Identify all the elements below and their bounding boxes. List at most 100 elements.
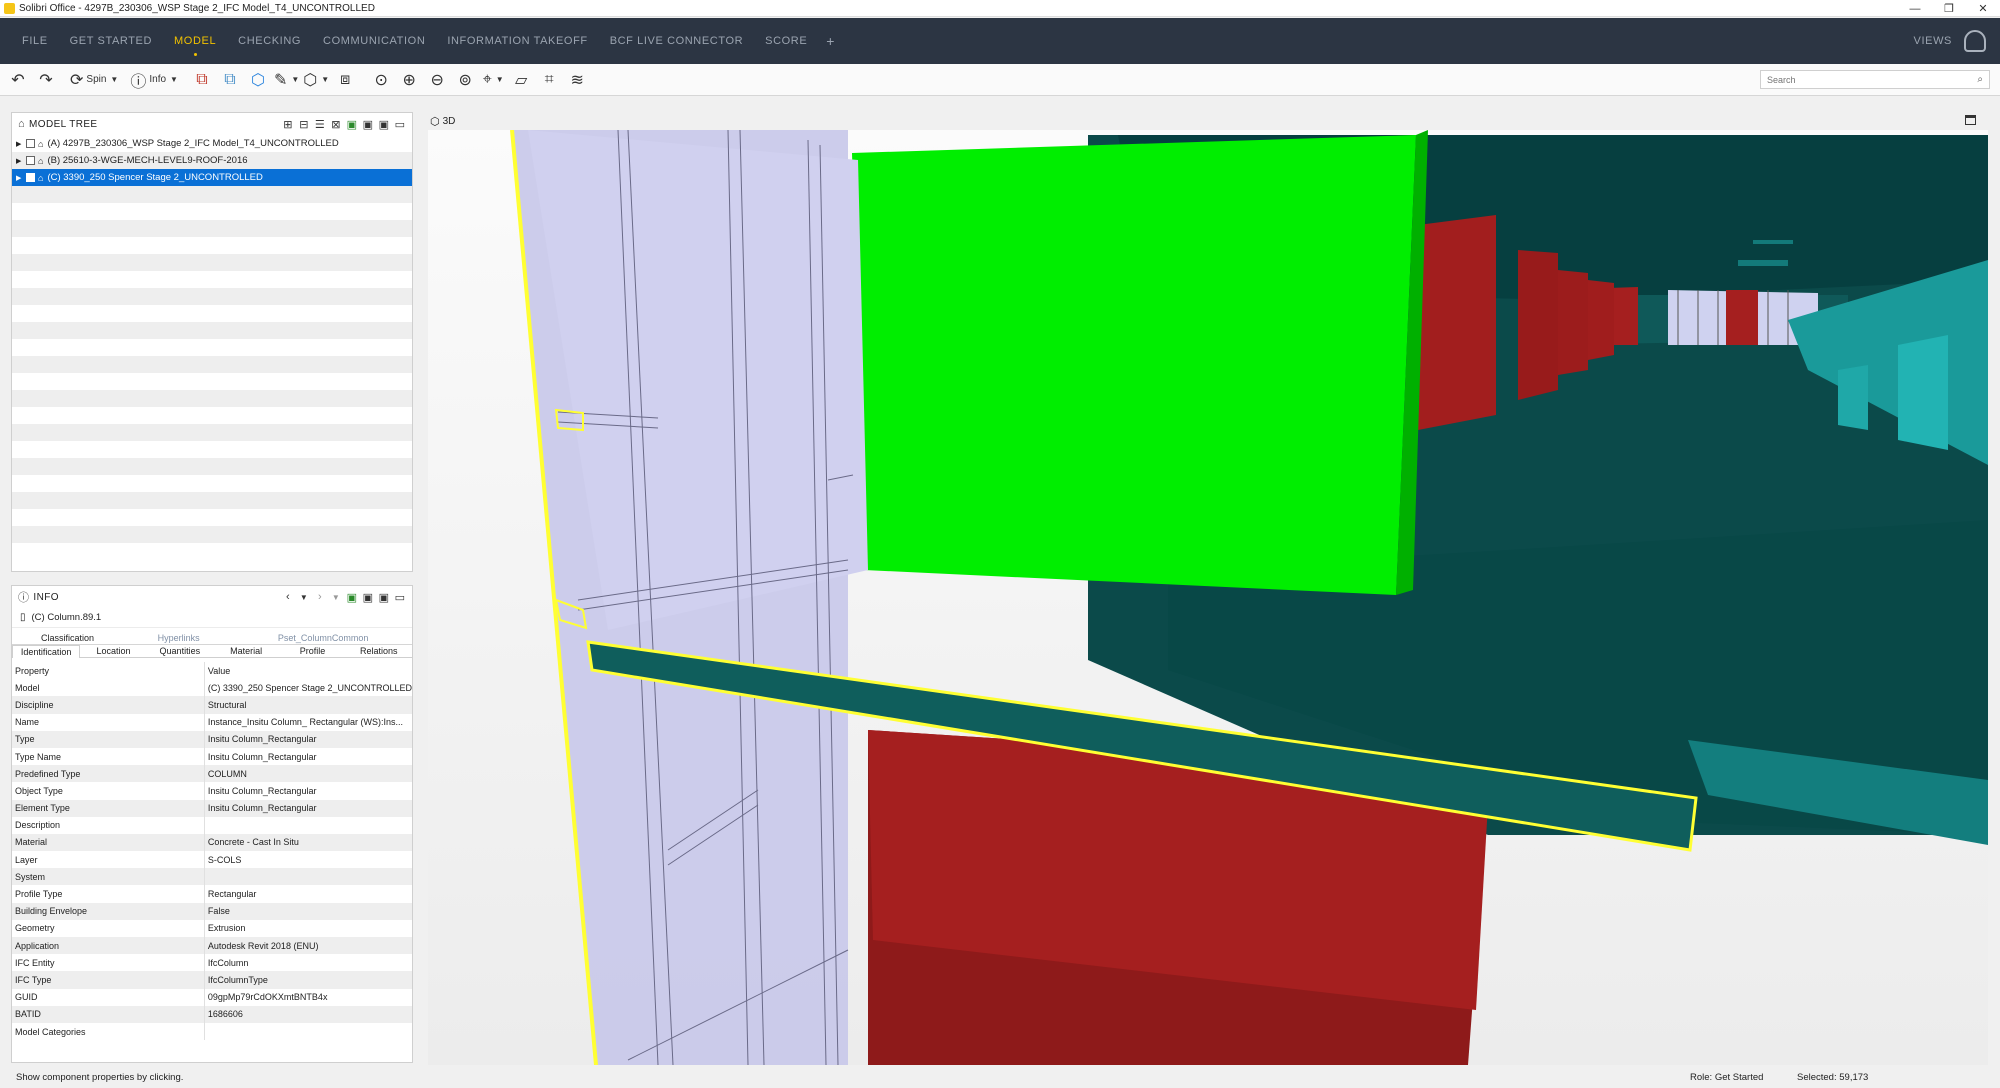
tree-item-model-b[interactable]: ▶ ⌂ (B) 25610-3-WGE-MECH-LEVEL9-ROOF-201…: [12, 152, 412, 169]
tab-bcf-live-connector[interactable]: BCF LIVE CONNECTOR: [599, 18, 754, 64]
table-row[interactable]: GUID 09gpMp79rCdOKXmtBNTB4x: [12, 988, 412, 1006]
tab-location[interactable]: Location: [80, 645, 147, 658]
select-basket-icon[interactable]: ▣: [344, 116, 360, 132]
property-table: Property Value Model (C) 3390_250 Spencer…: [12, 662, 412, 1041]
tree-item-model-a[interactable]: ▶ ⌂ (A) 4297B_230306_WSP Stage 2_IFC Mod…: [12, 135, 412, 152]
hierarchy-icon[interactable]: ⊟: [296, 116, 312, 132]
zoom-selected-icon[interactable]: ⊚: [453, 68, 477, 92]
views-icon[interactable]: [1964, 30, 1986, 52]
expand-icon[interactable]: ▶: [16, 157, 26, 165]
tab-classification[interactable]: Classification: [12, 632, 124, 645]
search-icon[interactable]: ⌕: [1977, 74, 1983, 85]
add-tab-button[interactable]: +: [818, 33, 842, 49]
back-icon[interactable]: ‹: [280, 589, 296, 605]
table-row[interactable]: Application Autodesk Revit 2018 (ENU): [12, 937, 412, 955]
3d-viewport[interactable]: [428, 130, 1988, 1065]
transparency-icon[interactable]: ⧉: [218, 68, 242, 92]
chevron-down-icon[interactable]: ▼: [328, 589, 344, 605]
select-basket-icon[interactable]: ▣: [344, 589, 360, 605]
info-button[interactable]: ⓘ Info ▼: [130, 68, 178, 92]
table-row[interactable]: Model (C) 3390_250 Spencer Stage 2_UNCONT…: [12, 679, 412, 697]
restore-button[interactable]: ❐: [1932, 0, 1966, 17]
visibility-checkbox[interactable]: [26, 173, 35, 182]
table-row[interactable]: Element Type Insitu Column_Rectangular: [12, 799, 412, 817]
tab-communication[interactable]: COMMUNICATION: [312, 18, 436, 64]
redo-icon[interactable]: ↷: [34, 68, 58, 92]
table-row[interactable]: BATID 1686606: [12, 1005, 412, 1023]
undo-icon[interactable]: ↶: [6, 68, 30, 92]
table-row[interactable]: Predefined Type COLUMN: [12, 765, 412, 783]
table-row[interactable]: Type Name Insitu Column_Rectangular: [12, 747, 412, 766]
column-header-value[interactable]: Value: [204, 662, 412, 679]
chevron-down-icon[interactable]: ▼: [296, 589, 312, 605]
chevron-down-icon[interactable]: ▼: [170, 75, 178, 84]
table-row[interactable]: Description: [12, 816, 412, 834]
maximize-icon[interactable]: [1965, 115, 1976, 125]
map-icon[interactable]: ⌗: [537, 68, 561, 92]
table-row[interactable]: System: [12, 868, 412, 886]
list-icon[interactable]: ☰: [312, 116, 328, 132]
panel-maximize-icon[interactable]: ▭: [392, 116, 408, 132]
tab-hyperlinks[interactable]: Hyperlinks: [123, 632, 235, 645]
filter-icon[interactable]: ⊠: [328, 116, 344, 132]
section-box-icon[interactable]: ⧈: [333, 68, 357, 92]
visibility-checkbox[interactable]: [26, 156, 35, 165]
zoom-in-icon[interactable]: ⊕: [397, 68, 421, 92]
column-header-property[interactable]: Property: [12, 662, 205, 680]
table-row[interactable]: Type Insitu Column_Rectangular: [12, 730, 412, 748]
search-box[interactable]: ⌕: [1760, 70, 1990, 89]
hide-components-icon[interactable]: ⧉: [190, 68, 214, 92]
table-row[interactable]: Name Instance_Insitu Column_ Rectangular …: [12, 713, 412, 731]
tree-item-model-c[interactable]: ▶ ⌂ (C) 3390_250 Spencer Stage 2_UNCONTR…: [12, 169, 412, 186]
tab-checking[interactable]: CHECKING: [227, 18, 312, 64]
table-row[interactable]: Layer S-COLS: [12, 851, 412, 869]
tab-relations[interactable]: Relations: [345, 645, 412, 658]
table-row[interactable]: Profile Type Rectangular: [12, 885, 412, 903]
tab-model[interactable]: MODEL: [163, 18, 227, 64]
table-row[interactable]: Material Concrete - Cast In Situ: [12, 833, 412, 852]
expand-icon[interactable]: ▶: [16, 174, 26, 182]
tab-get-started[interactable]: GET STARTED: [59, 18, 163, 64]
add-basket-icon[interactable]: ▣: [360, 116, 376, 132]
spin-button[interactable]: ⟳ Spin ▼: [70, 68, 118, 92]
cube-select-icon[interactable]: ⬡: [246, 68, 270, 92]
tab-pset-column-common[interactable]: Pset_ColumnCommon: [234, 632, 412, 645]
box-view-icon[interactable]: ⬡ ▼: [303, 68, 329, 92]
minimize-button[interactable]: —: [1898, 0, 1932, 17]
tab-score[interactable]: SCORE: [754, 18, 818, 64]
tab-file[interactable]: FILE: [0, 18, 59, 64]
table-row[interactable]: Discipline Structural: [12, 696, 412, 714]
table-row[interactable]: Object Type Insitu Column_Rectangular: [12, 782, 412, 800]
visibility-checkbox[interactable]: [26, 139, 35, 148]
zoom-fit-icon[interactable]: ⊙: [369, 68, 393, 92]
remove-basket-icon[interactable]: ▣: [376, 589, 392, 605]
chevron-down-icon[interactable]: ▼: [110, 75, 118, 84]
measure-icon[interactable]: ⌖ ▼: [481, 68, 505, 92]
tree-view-icon[interactable]: ⊞: [280, 116, 296, 132]
zoom-out-icon[interactable]: ⊖: [425, 68, 449, 92]
forward-icon[interactable]: ›: [312, 589, 328, 605]
table-row[interactable]: Geometry Extrusion: [12, 919, 412, 937]
table-row[interactable]: IFC Entity IfcColumn: [12, 954, 412, 972]
expand-icon[interactable]: ▶: [16, 140, 26, 148]
remove-basket-icon[interactable]: ▣: [376, 116, 392, 132]
tree-empty-row: [12, 322, 412, 339]
views-button[interactable]: VIEWS: [1914, 18, 1952, 64]
table-row[interactable]: Model Categories: [12, 1022, 412, 1041]
tab-quantities[interactable]: Quantities: [146, 645, 213, 658]
tab-material[interactable]: Material: [212, 645, 280, 658]
layers-icon[interactable]: ≋: [565, 68, 589, 92]
close-button[interactable]: ✕: [1966, 0, 2000, 17]
tab-identification[interactable]: Identification: [12, 645, 81, 658]
tab-information-takeoff[interactable]: INFORMATION TAKEOFF: [436, 18, 598, 64]
slice-icon[interactable]: ▱: [509, 68, 533, 92]
tab-profile[interactable]: Profile: [279, 645, 346, 658]
search-input[interactable]: [1767, 74, 1978, 85]
3d-scene[interactable]: [428, 130, 1988, 1065]
table-row[interactable]: Building Envelope False: [12, 902, 412, 920]
table-row[interactable]: IFC Type IfcColumnType: [12, 971, 412, 989]
panel-maximize-icon[interactable]: ▭: [392, 589, 408, 605]
property-value: [204, 1023, 412, 1040]
add-basket-icon[interactable]: ▣: [360, 589, 376, 605]
color-tool-icon[interactable]: ✎ ▼: [274, 68, 299, 92]
